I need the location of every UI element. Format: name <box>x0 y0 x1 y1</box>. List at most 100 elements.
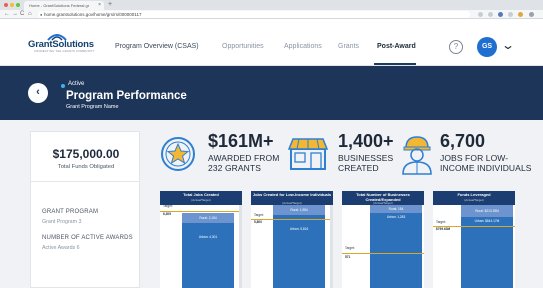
divider <box>31 181 139 182</box>
chart-plot: Rural: $213.39M Urban: $644.17M Target: … <box>433 205 515 288</box>
chart-plot: Rural: 1,984 Urban: 5,816 Target: 5,800 <box>251 205 333 288</box>
reload-icon[interactable]: C <box>20 10 24 19</box>
page-title: Program Performance <box>66 90 187 102</box>
nav-program-overview[interactable]: Program Overview (CSAS) <box>115 43 199 50</box>
minimize-window-dot[interactable] <box>10 3 14 7</box>
bar-urban-label: Urban: $644.17M <box>474 219 500 223</box>
chart-title: Funds Leveraged <box>457 192 491 197</box>
chart-title: Total Jobs Created <box>183 192 219 197</box>
lock-icon: ● <box>40 12 43 17</box>
chart-title: Jobs Created for Low-Income Individuals <box>252 192 332 197</box>
stat-caption: 232 GRANTS <box>208 163 261 173</box>
chart-funds-leveraged: Funds Leveraged (Actual/Target) Rural: $… <box>433 191 515 288</box>
home-icon[interactable]: ⌂ <box>28 10 32 19</box>
chart-subtitle: (Actual/Target) <box>464 198 484 202</box>
logo-tagline: CONNECTING THE GRANTS COMMUNITY <box>34 50 95 53</box>
grantsolutions-logo[interactable]: GrantSolutions CONNECTING THE GRANTS COM… <box>28 32 95 56</box>
tab-close-icon[interactable]: × <box>98 1 101 10</box>
status-badge: Active <box>68 81 85 87</box>
browser-tab-strip: Home - GrantSolutions Federal gr × + <box>0 0 543 10</box>
chart-subtitle: (Actual/Target) <box>191 198 211 202</box>
back-arrow-icon[interactable]: ← <box>4 10 10 19</box>
active-awards-value: Active Awards 6 <box>42 245 80 251</box>
target-label: Target: <box>345 246 355 250</box>
chart-header: Jobs Created for Low-Income Individuals … <box>251 191 333 205</box>
bar-urban[interactable] <box>461 217 513 288</box>
extension-icon[interactable] <box>488 12 493 17</box>
nav-grants[interactable]: Grants <box>338 43 359 50</box>
target-value: 6,309 <box>163 212 171 216</box>
target-label: Target: <box>163 204 173 208</box>
page-banner: ‹ Active Program Performance Grant Progr… <box>0 66 543 120</box>
chevron-down-icon[interactable]: ⌄ <box>501 38 515 52</box>
extension-icon[interactable] <box>498 12 503 17</box>
bar-urban-label: Urban: 4,301 <box>198 235 218 239</box>
bar-rural-label: Rural: 1,984 <box>290 208 308 212</box>
bar-urban[interactable] <box>182 223 234 288</box>
grant-program-label: GRANT PROGRAM <box>42 209 99 215</box>
stat-value: 6,700 <box>440 131 486 151</box>
address-bar[interactable]: ● home.grantsolutions.gov/home/grs/rs/00… <box>38 11 470 18</box>
forward-arrow-icon[interactable]: → <box>12 10 18 19</box>
target-value: 571 <box>345 255 351 259</box>
summary-card: $175,000.00 Total Funds Obligated GRANT … <box>30 131 140 288</box>
active-nav-indicator <box>374 63 416 65</box>
target-line <box>251 219 330 220</box>
back-button[interactable]: ‹ <box>28 83 48 103</box>
bar-urban[interactable] <box>370 213 422 288</box>
chart-header: Funds Leveraged (Actual/Target) <box>433 191 515 205</box>
target-line <box>160 211 239 212</box>
chart-header: Total Number of Businesses Created/Expan… <box>342 191 424 205</box>
stat-caption: INCOME INDIVIDUALS <box>440 163 532 173</box>
chart-plot: Rural: 184 Urban: 1,283 Target: 571 <box>342 205 424 288</box>
maximize-window-dot[interactable] <box>16 3 20 7</box>
total-funds-amount: $175,000.00 <box>52 147 120 161</box>
bar-rural-label: Rural: 2,154 <box>199 216 217 220</box>
nav-applications[interactable]: Applications <box>284 43 322 50</box>
target-line <box>342 253 424 254</box>
browser-tab[interactable]: Home - GrantSolutions Federal gr × <box>24 1 104 10</box>
worker-icon <box>402 136 432 175</box>
bar-urban-label: Urban: 1,283 <box>386 215 406 219</box>
storefront-icon <box>287 138 329 170</box>
user-avatar[interactable]: GS <box>477 37 497 57</box>
chart-total-jobs: Total Jobs Created (Actual/Target) Rural… <box>160 191 242 288</box>
target-value: $799.63M <box>436 227 451 231</box>
extension-icon[interactable] <box>508 12 513 17</box>
star-medal-icon <box>161 137 195 171</box>
grant-program-value: Grant Program 3 <box>42 219 82 225</box>
app-header: GrantSolutions CONNECTING THE GRANTS COM… <box>0 20 543 66</box>
stat-caption: JOBS FOR LOW- <box>440 153 509 163</box>
profile-icon[interactable] <box>518 12 523 17</box>
extension-icon[interactable] <box>478 12 483 17</box>
chart-plot: Rural: 2,154 Urban: 4,301 Target: 6,309 <box>160 204 242 288</box>
stat-value: $161M+ <box>208 131 274 151</box>
chart-header: Total Jobs Created (Actual/Target) <box>160 191 242 205</box>
target-label: Target: <box>436 220 446 224</box>
page-subtitle: Grant Program Name <box>66 104 119 110</box>
browser-toolbar: ← → C ⌂ ● home.grantsolutions.gov/home/g… <box>0 10 543 19</box>
logo-text: GrantSolutions <box>28 39 94 50</box>
help-icon[interactable]: ? <box>449 40 463 54</box>
url-text: home.grantsolutions.gov/home/grs/rs/0000… <box>44 12 142 17</box>
stat-awarded: $161M+ AWARDED FROM 232 GRANTS <box>160 131 290 179</box>
bar-urban[interactable] <box>273 215 325 288</box>
nav-opportunities[interactable]: Opportunities <box>222 43 264 50</box>
bar-rural-label: Rural: 184 <box>388 207 404 211</box>
nav-post-award[interactable]: Post-Award <box>377 43 416 50</box>
new-tab-button[interactable]: + <box>108 0 112 10</box>
bar-rural-label: Rural: $213.39M <box>475 209 499 213</box>
bar-urban-label: Urban: 5,816 <box>289 227 309 231</box>
scrollbar[interactable] <box>239 205 242 288</box>
close-window-dot[interactable] <box>4 3 8 7</box>
browser-menu-icon[interactable] <box>529 12 534 17</box>
stat-businesses: 1,400+ BUSINESSES CREATED <box>287 131 407 179</box>
chart-jobs-low-income: Jobs Created for Low-Income Individuals … <box>251 191 333 288</box>
chart-businesses-created: Total Number of Businesses Created/Expan… <box>342 191 424 288</box>
total-funds-label: Total Funds Obligated <box>57 164 115 170</box>
status-dot-icon <box>61 84 65 88</box>
stat-caption: BUSINESSES <box>338 153 394 163</box>
target-value: 5,800 <box>254 220 262 224</box>
stat-caption: CREATED <box>338 163 379 173</box>
scrollbar[interactable] <box>330 205 333 288</box>
